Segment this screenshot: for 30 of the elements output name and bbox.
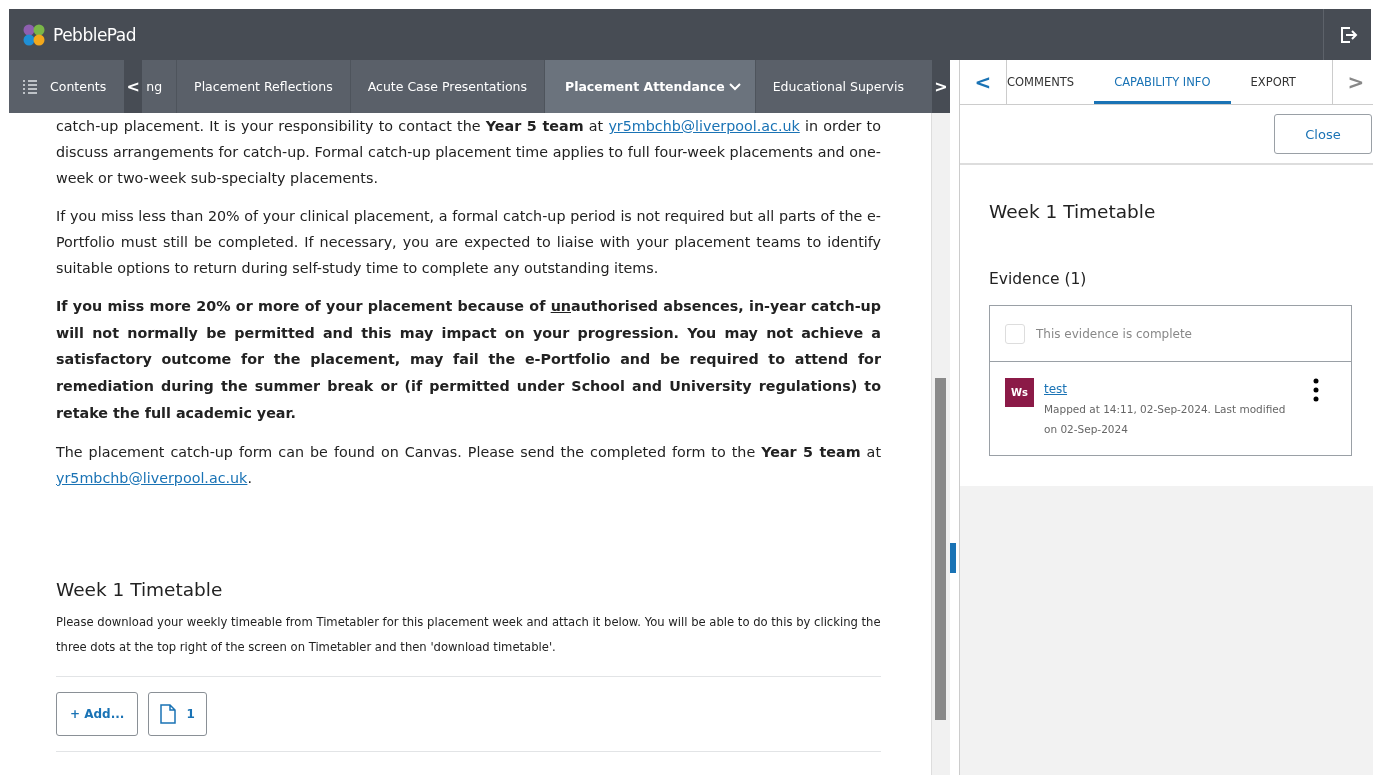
email-link[interactable]: yr5mbchb@liverpool.ac.uk (608, 118, 800, 134)
section-description: Please download your weekly timeable from Timetabler for this placement week and attach it below. You will be able to do this by clicking the three dots at the top right of the screen on Timetabler and then 'download timetable'. (56, 609, 881, 677)
section-title: Week 1 Timetable (56, 578, 224, 600)
resize-handle[interactable] (950, 543, 956, 573)
scrollbar-thumb[interactable] (935, 378, 946, 720)
evidence-meta: Mapped at 14:11, 02-Sep-2024. Last modified on 02-Sep-2024 (1044, 402, 1287, 437)
paragraph: catch-up placement. It is your responsibility to contact the Year 5 team at yr5mbchb@liverpool.ac.uk in order to discuss arrangements for catch-up. Formal catch-up placement time applies to full four-week placements and one-week or two-week sub-specialty placements. (56, 117, 881, 188)
scroll-right-button[interactable]: > (932, 60, 950, 113)
initials-badge: Ws (1005, 378, 1034, 407)
section-tab[interactable]: Placement Attendance (545, 60, 756, 113)
checkbox[interactable] (1005, 323, 1025, 344)
paragraph: If you miss less than 20% of your clinical placement, a formal catch-up period is not required but all parts of the e-Portfolio must still be completed. If necessary, you are expected to liaise with your placement teams to identify suitable options to return during self-study time to complete any outstanding items. (56, 207, 881, 278)
add-button[interactable]: + Add... (56, 691, 139, 736)
evidence-link[interactable]: test (1044, 382, 1068, 396)
paragraph: If you miss more 20% or more of your placement because of unauthorised absences, in-year catch-up will not normally be permitted and this may impact on your progression. You may not achieve a satisfactory outcome for the placement, may fail the e-Portfolio and be required to attend for remediation during the summer break or (if permitted under School and University regulations) to retake the full academic year. (56, 297, 881, 423)
list-icon (22, 78, 38, 95)
scroll-left-button[interactable]: < (124, 60, 143, 113)
logo-icon (22, 22, 46, 47)
evidence-heading: Evidence (1) (989, 270, 1088, 288)
panel-title: Week 1 Timetable (989, 201, 1157, 222)
chevron-down-icon (728, 82, 741, 91)
email-link[interactable]: yr5mbchb@liverpool.ac.uk (56, 469, 248, 486)
scrollbar[interactable] (931, 113, 950, 775)
close-button[interactable]: Close (1274, 114, 1372, 154)
more-icon (1313, 378, 1319, 402)
file-count-button[interactable]: 1 (148, 691, 207, 736)
checkbox-label: This evidence is complete (1036, 326, 1192, 341)
app-name: PebblePad (53, 24, 137, 45)
paragraph: The placement catch-up form can be found on Canvas. Please send the completed form to the Year 5 team at yr5mbchb@liverpool.ac.uk. (56, 442, 881, 488)
document-icon (160, 703, 177, 724)
